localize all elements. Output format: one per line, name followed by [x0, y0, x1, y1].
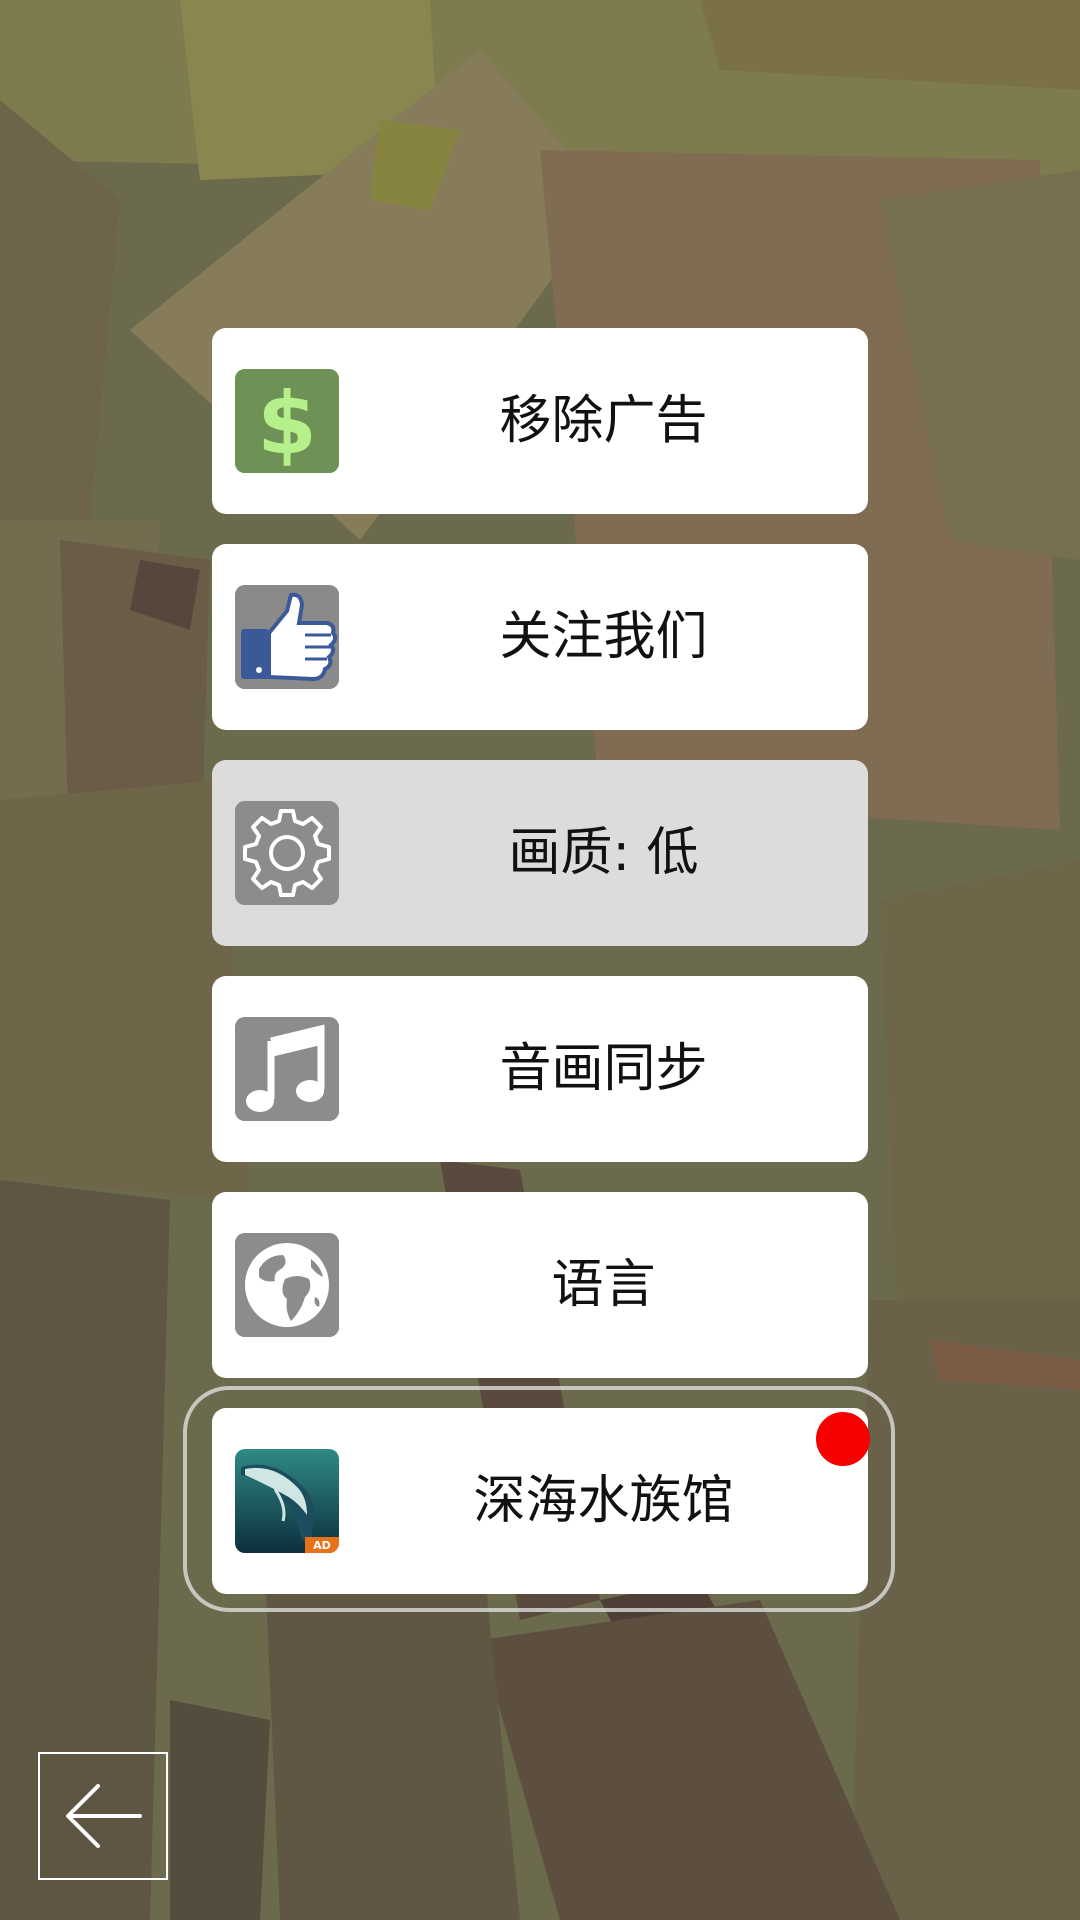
av-sync-label: 音画同步	[499, 1039, 708, 1099]
dollar-icon: $	[235, 369, 339, 473]
settings-screen: $ 移除广告 关注我们 画质: 低 音画同步 语言 AD 深海水族馆	[0, 0, 1080, 1920]
remove-ads-button[interactable]: $ 移除广告	[212, 328, 868, 514]
thumbs-up-icon	[235, 585, 339, 689]
svg-text:$: $	[257, 374, 317, 473]
graphics-quality-button[interactable]: 画质: 低	[212, 760, 868, 946]
remove-ads-label: 移除广告	[499, 391, 708, 451]
globe-icon	[235, 1233, 339, 1337]
av-sync-button[interactable]: 音画同步	[212, 976, 868, 1162]
back-button[interactable]	[38, 1752, 168, 1880]
whale-app-icon: AD	[235, 1449, 339, 1553]
graphics-quality-label: 画质: 低	[508, 823, 699, 883]
back-arrow-icon	[66, 1784, 142, 1848]
gear-icon	[235, 801, 339, 905]
notification-dot	[816, 1412, 870, 1466]
music-note-icon	[235, 1017, 339, 1121]
follow-us-button[interactable]: 关注我们	[212, 544, 868, 730]
language-button[interactable]: 语言	[212, 1192, 868, 1378]
follow-us-label: 关注我们	[499, 607, 708, 667]
language-label: 语言	[551, 1255, 656, 1315]
game-background	[0, 0, 1080, 1920]
svg-text:AD: AD	[313, 1539, 331, 1552]
deep-sea-aquarium-label: 深海水族馆	[473, 1471, 734, 1531]
deep-sea-aquarium-ad-button[interactable]: AD 深海水族馆	[212, 1408, 868, 1594]
